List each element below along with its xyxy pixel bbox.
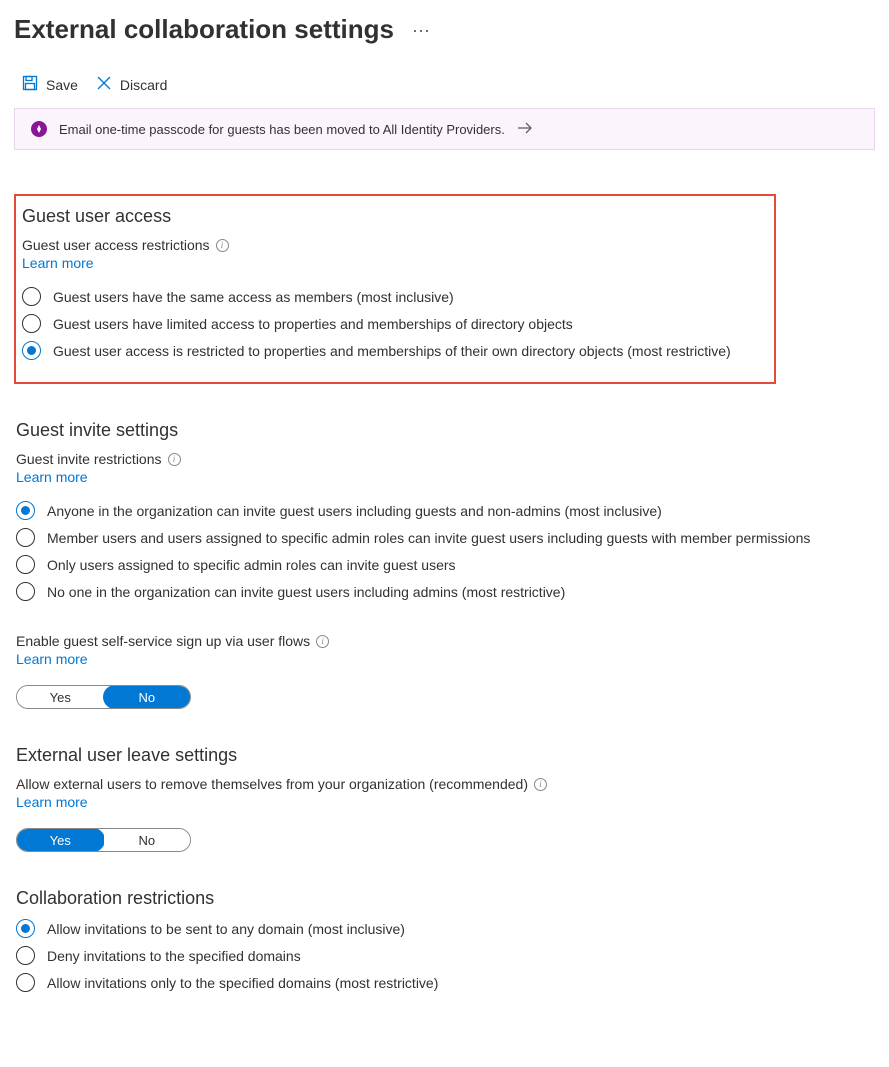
- self-service-toggle[interactable]: Yes No: [16, 685, 191, 709]
- radio-option[interactable]: Member users and users assigned to speci…: [16, 528, 873, 547]
- section-heading: Guest invite settings: [16, 420, 873, 441]
- arrow-right-icon: [517, 122, 533, 137]
- radio-icon: [16, 555, 35, 574]
- section-guest-invite: Guest invite settings Guest invite restr…: [14, 420, 875, 709]
- banner-text: Email one-time passcode for guests has b…: [59, 122, 505, 137]
- learn-more-link[interactable]: Learn more: [16, 651, 88, 667]
- learn-more-link[interactable]: Learn more: [16, 469, 88, 485]
- toggle-yes[interactable]: Yes: [17, 686, 104, 708]
- radio-option[interactable]: Guest users have the same access as memb…: [22, 287, 768, 306]
- section-collab-restrictions: Collaboration restrictions Allow invitat…: [14, 888, 875, 992]
- discard-icon: [96, 75, 112, 94]
- field-label: Allow external users to remove themselve…: [16, 776, 528, 792]
- save-icon: [22, 75, 38, 94]
- radio-option[interactable]: Allow invitations to be sent to any doma…: [16, 919, 873, 938]
- radio-option[interactable]: Guest users have limited access to prope…: [22, 314, 768, 333]
- radio-option[interactable]: Deny invitations to the specified domain…: [16, 946, 873, 965]
- section-heading: Guest user access: [22, 206, 768, 227]
- radio-label: Deny invitations to the specified domain…: [47, 948, 301, 964]
- radio-icon: [22, 287, 41, 306]
- toggle-yes[interactable]: Yes: [16, 828, 105, 852]
- learn-more-link[interactable]: Learn more: [16, 794, 88, 810]
- discard-label: Discard: [120, 77, 167, 93]
- radio-icon: [22, 314, 41, 333]
- radio-icon: [16, 582, 35, 601]
- radio-option[interactable]: Allow invitations only to the specified …: [16, 973, 873, 992]
- radio-icon: [16, 528, 35, 547]
- radio-icon: [16, 973, 35, 992]
- learn-more-link[interactable]: Learn more: [22, 255, 94, 271]
- section-heading: Collaboration restrictions: [16, 888, 873, 909]
- radio-option[interactable]: Only users assigned to specific admin ro…: [16, 555, 873, 574]
- section-guest-user-access: Guest user access Guest user access rest…: [14, 194, 776, 384]
- radio-icon: [16, 946, 35, 965]
- info-icon[interactable]: i: [216, 239, 229, 252]
- radio-label: Anyone in the organization can invite gu…: [47, 503, 662, 519]
- radio-label: Guest users have limited access to prope…: [53, 316, 573, 332]
- radio-label: No one in the organization can invite gu…: [47, 584, 565, 600]
- collab-restrictions-radio-group: Allow invitations to be sent to any doma…: [16, 919, 873, 992]
- field-label: Guest user access restrictions: [22, 237, 210, 253]
- radio-option[interactable]: No one in the organization can invite gu…: [16, 582, 873, 601]
- field-label: Guest invite restrictions: [16, 451, 162, 467]
- field-label: Enable guest self-service sign up via us…: [16, 633, 310, 649]
- more-icon[interactable]: ···: [412, 20, 430, 41]
- radio-icon: [22, 341, 41, 360]
- toolbar: Save Discard: [14, 75, 875, 94]
- save-button[interactable]: Save: [22, 75, 78, 94]
- section-external-leave: External user leave settings Allow exter…: [14, 745, 875, 852]
- radio-label: Member users and users assigned to speci…: [47, 530, 810, 546]
- guest-invite-radio-group: Anyone in the organization can invite gu…: [16, 501, 873, 601]
- radio-icon: [16, 501, 35, 520]
- radio-label: Guest user access is restricted to prope…: [53, 343, 731, 359]
- radio-label: Allow invitations only to the specified …: [47, 975, 438, 991]
- radio-label: Only users assigned to specific admin ro…: [47, 557, 456, 573]
- external-leave-toggle[interactable]: Yes No: [16, 828, 191, 852]
- radio-icon: [16, 919, 35, 938]
- section-heading: External user leave settings: [16, 745, 873, 766]
- save-label: Save: [46, 77, 78, 93]
- toggle-no[interactable]: No: [103, 685, 192, 709]
- compass-icon: [31, 121, 47, 137]
- radio-label: Allow invitations to be sent to any doma…: [47, 921, 405, 937]
- info-icon[interactable]: i: [534, 778, 547, 791]
- info-icon[interactable]: i: [316, 635, 329, 648]
- toggle-no[interactable]: No: [104, 829, 191, 851]
- info-icon[interactable]: i: [168, 453, 181, 466]
- discard-button[interactable]: Discard: [96, 75, 167, 94]
- radio-label: Guest users have the same access as memb…: [53, 289, 454, 305]
- info-banner[interactable]: Email one-time passcode for guests has b…: [14, 108, 875, 150]
- page-title: External collaboration settings: [14, 14, 394, 45]
- radio-option[interactable]: Guest user access is restricted to prope…: [22, 341, 768, 360]
- radio-option[interactable]: Anyone in the organization can invite gu…: [16, 501, 873, 520]
- guest-access-radio-group: Guest users have the same access as memb…: [22, 287, 768, 360]
